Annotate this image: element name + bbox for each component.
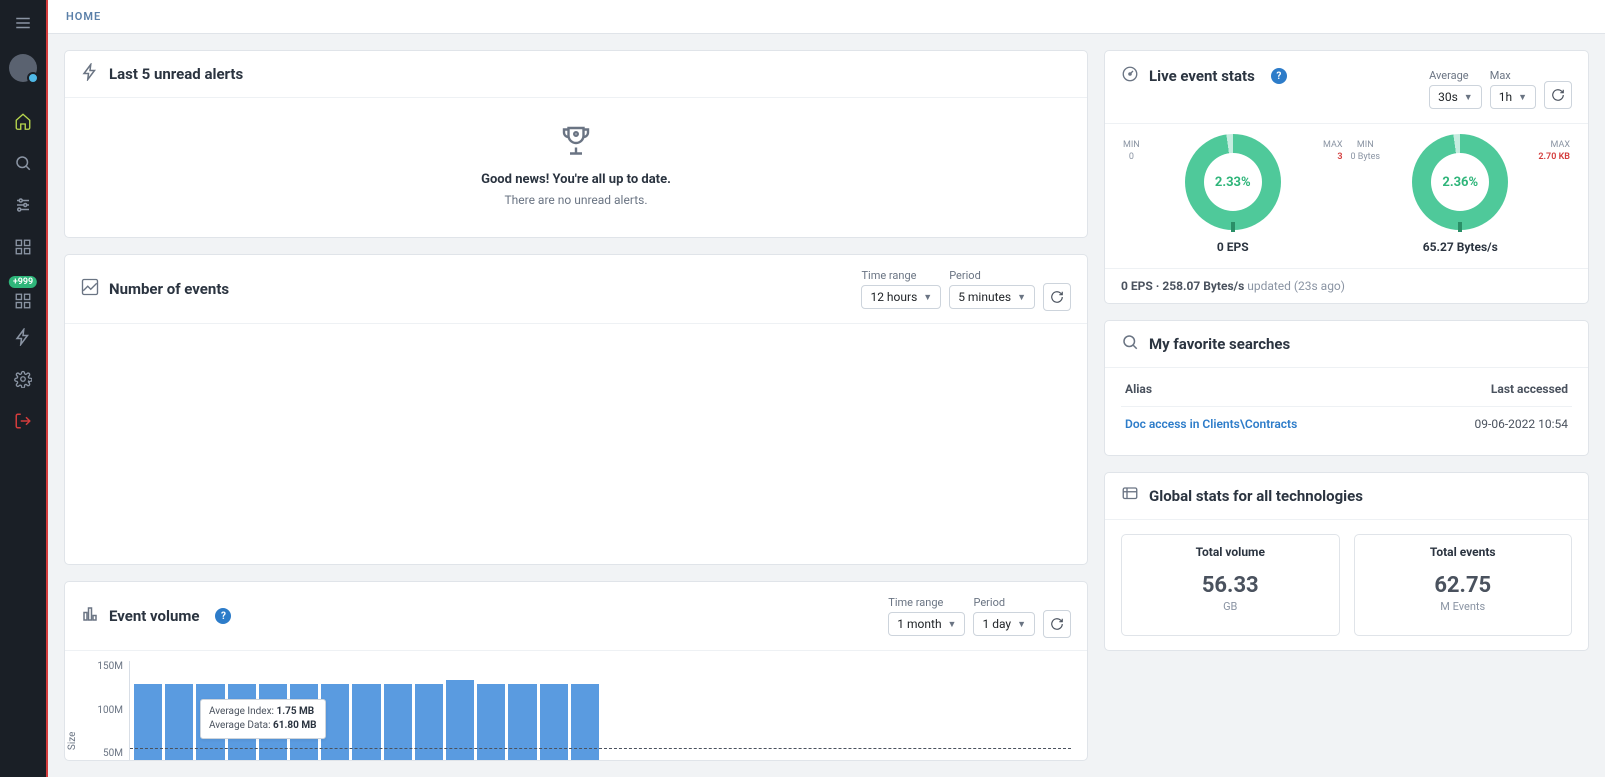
- gauge1-label: 0 EPS: [1217, 240, 1249, 254]
- events-refresh-button[interactable]: [1043, 283, 1071, 311]
- search-icon: [1121, 333, 1139, 355]
- help-icon[interactable]: ?: [1271, 68, 1287, 84]
- nav-home[interactable]: [0, 100, 47, 142]
- events-period-label: Period: [949, 269, 981, 282]
- global-stats-card: Global stats for all technologies Total …: [1104, 472, 1589, 651]
- sidebar: +999: [0, 0, 48, 777]
- chevron-down-icon: ▼: [1464, 92, 1473, 103]
- live-avg-label: Average: [1429, 69, 1469, 82]
- favorites-table: Alias Last accessed Doc access in Client…: [1121, 372, 1572, 441]
- bar[interactable]: [540, 684, 568, 761]
- volume-timerange-select[interactable]: 1 month▼: [888, 612, 965, 636]
- events-timerange-label: Time range: [861, 269, 916, 282]
- nav-settings[interactable]: [0, 358, 47, 400]
- events-title: Number of events: [109, 280, 229, 298]
- menu-toggle[interactable]: [0, 4, 47, 42]
- chevron-down-icon: ▼: [948, 619, 957, 630]
- favorites-col-accessed: Last accessed: [1410, 372, 1572, 407]
- bar[interactable]: [165, 684, 193, 761]
- nav-dashboards[interactable]: [0, 226, 47, 268]
- alert-icon: [81, 63, 99, 85]
- gauge2-max: MAX 2.70 KB: [1538, 140, 1570, 162]
- favorite-search-time: 09-06-2022 10:54: [1410, 407, 1572, 442]
- volume-title: Event volume: [109, 607, 199, 625]
- nav-search[interactable]: [0, 142, 47, 184]
- live-max-label: Max: [1490, 69, 1511, 82]
- layers-icon: [1121, 485, 1139, 507]
- live-title: Live event stats: [1149, 67, 1255, 85]
- volume-y-axis-label: Size: [67, 731, 78, 750]
- help-icon[interactable]: ?: [215, 608, 231, 624]
- topbar: HOME: [48, 0, 1605, 34]
- gauge2-label: 65.27 Bytes/s: [1423, 240, 1498, 254]
- favorites-col-alias: Alias: [1121, 372, 1410, 407]
- live-max-select[interactable]: 1h▼: [1490, 85, 1536, 109]
- bar[interactable]: [134, 684, 162, 761]
- volume-tooltip: Average Index: 1.75 MB Average Data: 61.…: [200, 699, 326, 739]
- bar[interactable]: [415, 684, 443, 761]
- volume-timerange-label: Time range: [888, 596, 943, 609]
- live-refresh-button[interactable]: [1544, 81, 1572, 109]
- alerts-message-primary: Good news! You're all up to date.: [81, 172, 1071, 187]
- alerts-message-secondary: There are no unread alerts.: [81, 193, 1071, 207]
- volume-period-label: Period: [973, 596, 1005, 609]
- gauge1-min: MIN 0: [1123, 140, 1140, 162]
- live-avg-select[interactable]: 30s▼: [1429, 85, 1482, 109]
- chevron-down-icon: ▼: [1518, 92, 1527, 103]
- bar[interactable]: [352, 684, 380, 761]
- chevron-down-icon: ▼: [1017, 292, 1026, 303]
- events-card: Number of events Time range 12 hours▼ Pe…: [64, 254, 1088, 565]
- trophy-icon: [558, 157, 594, 172]
- favorites-card: My favorite searches Alias Last accessed: [1104, 320, 1589, 456]
- nav-filters[interactable]: [0, 184, 47, 226]
- total-volume-card: Total volume 56.33 GB: [1121, 534, 1340, 636]
- live-stats-card: Live event stats ? Average 30s▼: [1104, 50, 1589, 304]
- nav-logout[interactable]: [0, 400, 47, 442]
- gauge-icon: [1121, 65, 1139, 87]
- favorite-search-link[interactable]: Doc access in Clients\Contracts: [1125, 417, 1297, 431]
- table-row: Doc access in Clients\Contracts 09-06-20…: [1121, 407, 1572, 442]
- chevron-down-icon: ▼: [1017, 619, 1026, 630]
- bar[interactable]: [384, 684, 412, 761]
- chevron-down-icon: ▼: [923, 292, 932, 303]
- alerts-card: Last 5 unread alerts Good news! You're a…: [64, 50, 1088, 238]
- bar[interactable]: [508, 684, 536, 761]
- global-title: Global stats for all technologies: [1149, 487, 1363, 505]
- events-icon: [81, 278, 99, 300]
- volume-period-select[interactable]: 1 day▼: [973, 612, 1035, 636]
- events-timerange-select[interactable]: 12 hours▼: [861, 285, 941, 309]
- volume-avg-line: [130, 748, 1071, 749]
- user-avatar[interactable]: [9, 54, 37, 82]
- volume-card: Event volume ? Time range 1 month▼: [64, 581, 1088, 761]
- gauge1-max: MAX 3: [1323, 140, 1342, 162]
- sidebar-badge: +999: [9, 276, 37, 288]
- bar-chart-icon: [81, 605, 99, 627]
- gauge2-min: MIN 0 Bytes: [1351, 140, 1381, 162]
- total-events-card: Total events 62.75 M Events: [1354, 534, 1573, 636]
- alerts-title: Last 5 unread alerts: [109, 65, 243, 83]
- gauge-eps: 2.33%: [1185, 134, 1281, 230]
- volume-refresh-button[interactable]: [1043, 610, 1071, 638]
- volume-plot: 00:0000:0000:0000:0000:0000:0000:0000:00…: [129, 661, 1071, 761]
- favorites-title: My favorite searches: [1149, 335, 1290, 353]
- bar[interactable]: [477, 684, 505, 761]
- avatar-status-dot: [27, 72, 39, 84]
- bar[interactable]: [571, 684, 599, 761]
- live-footer: 0 EPS · 258.07 Bytes/s updated (23s ago): [1105, 268, 1588, 303]
- nav-apps[interactable]: +999: [0, 274, 47, 316]
- volume-y-axis: 150M100M50M0: [81, 661, 129, 761]
- breadcrumb[interactable]: HOME: [66, 10, 101, 23]
- nav-alerts[interactable]: [0, 316, 47, 358]
- events-period-select[interactable]: 5 minutes▼: [949, 285, 1035, 309]
- gauge-bytes: 2.36%: [1412, 134, 1508, 230]
